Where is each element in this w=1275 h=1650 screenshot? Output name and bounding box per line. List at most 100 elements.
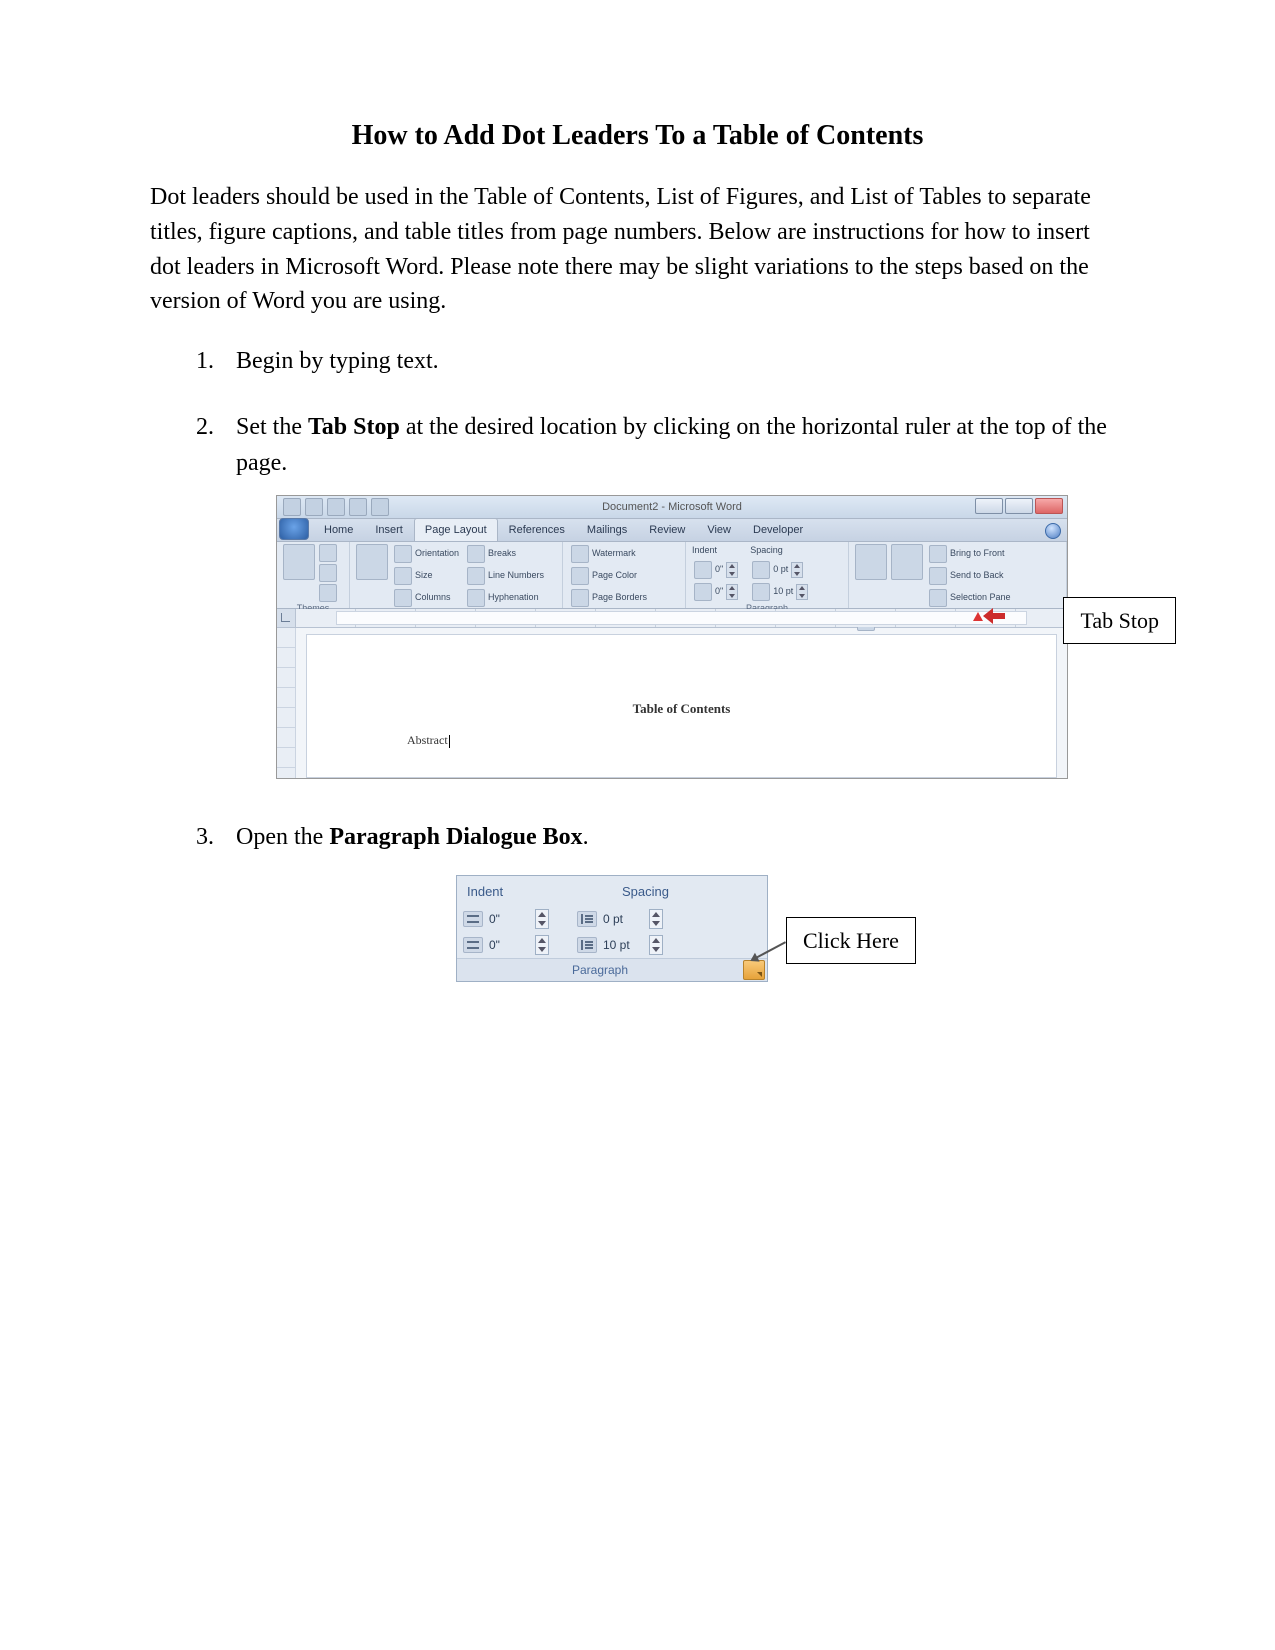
step-1: Begin by typing text. (220, 343, 1125, 379)
columns-button[interactable]: Columns (392, 588, 461, 608)
breaks-icon (467, 545, 485, 563)
paragraph-footer-label: Paragraph (457, 961, 743, 979)
indent-right-value: 0" (715, 585, 723, 599)
spacing-before-icon (752, 561, 770, 579)
tab-references[interactable]: References (498, 518, 576, 542)
window-title: Document2 - Microsoft Word (277, 499, 1067, 516)
figure-2: Indent Spacing 0" 0 pt 0" (456, 875, 926, 982)
hyphenation-icon (467, 589, 485, 607)
maximize-button[interactable] (1005, 498, 1033, 514)
page-borders-button[interactable]: Page Borders (569, 588, 649, 608)
ruler-track (336, 611, 1027, 625)
redo-icon[interactable] (349, 498, 367, 516)
indent-right-icon (694, 583, 712, 601)
selection-pane-icon (929, 589, 947, 607)
line-numbers-button[interactable]: Line Numbers (465, 566, 546, 586)
indent-left-spinner[interactable] (535, 909, 549, 929)
page-borders-icon (571, 589, 589, 607)
size-label: Size (415, 569, 433, 583)
position-icon[interactable] (855, 544, 887, 580)
ribbon-tabs: Home Insert Page Layout References Maili… (277, 519, 1067, 542)
bring-to-front-icon (929, 545, 947, 563)
line-numbers-label: Line Numbers (488, 569, 544, 583)
spacing-after-icon (577, 937, 597, 953)
page-color-icon (571, 567, 589, 585)
spacing-before-control[interactable]: 0 pt (750, 560, 810, 580)
indent-right-spinner[interactable] (726, 584, 738, 600)
indent-left-value[interactable]: 0" (489, 910, 529, 928)
paragraph-row-1: 0" 0 pt (457, 906, 767, 932)
save-icon[interactable] (305, 498, 323, 516)
spacing-after-value[interactable]: 10 pt (603, 936, 643, 954)
text-cursor-icon (449, 735, 450, 748)
spacing-after-icon (752, 583, 770, 601)
spacing-before-icon (577, 911, 597, 927)
tab-insert[interactable]: Insert (364, 518, 414, 542)
minimize-button[interactable] (975, 498, 1003, 514)
bring-to-front-button[interactable]: Bring to Front (927, 544, 1013, 564)
spacing-before-value: 0 pt (773, 563, 788, 577)
tab-home[interactable]: Home (313, 518, 364, 542)
tab-stop-marker-icon[interactable] (973, 612, 983, 621)
spacing-header: Spacing (612, 882, 767, 902)
tab-developer[interactable]: Developer (742, 518, 814, 542)
watermark-button[interactable]: Watermark (569, 544, 649, 564)
theme-effects-icon[interactable] (319, 584, 337, 602)
indent-right-spinner[interactable] (535, 935, 549, 955)
tab-page-layout[interactable]: Page Layout (414, 518, 498, 542)
document-page[interactable]: Table of Contents Abstract (306, 634, 1057, 778)
office-button-icon[interactable] (279, 518, 309, 540)
paragraph-panel: Indent Spacing 0" 0 pt 0" (456, 875, 768, 982)
tab-selector-icon[interactable] (277, 609, 296, 627)
spacing-before-value[interactable]: 0 pt (603, 910, 643, 928)
breaks-button[interactable]: Breaks (465, 544, 546, 564)
orientation-button[interactable]: Orientation (392, 544, 461, 564)
spacing-before-spinner[interactable] (791, 562, 803, 578)
callout-tab-stop: Tab Stop (1063, 597, 1176, 644)
step-3-text-a: Open the (236, 824, 329, 850)
send-to-back-button[interactable]: Send to Back (927, 566, 1013, 586)
indent-right-value[interactable]: 0" (489, 936, 529, 954)
ribbon-body: Themes Orientation Size Columns (277, 542, 1067, 609)
spacing-after-spinner[interactable] (649, 935, 663, 955)
page-color-button[interactable]: Page Color (569, 566, 649, 586)
spacing-after-control[interactable]: 10 pt (750, 582, 810, 602)
help-icon[interactable] (1045, 523, 1061, 539)
theme-colors-icon[interactable] (319, 544, 337, 562)
vertical-ruler[interactable] (277, 628, 296, 778)
watermark-icon (571, 545, 589, 563)
theme-fonts-icon[interactable] (319, 564, 337, 582)
step-3-bold: Paragraph Dialogue Box (329, 824, 582, 850)
margins-icon[interactable] (356, 544, 388, 580)
close-button[interactable] (1035, 498, 1063, 514)
tab-view[interactable]: View (696, 518, 742, 542)
text-wrapping-icon[interactable] (891, 544, 923, 580)
qat-icon[interactable] (283, 498, 301, 516)
themes-icon[interactable] (283, 544, 315, 580)
doc-heading: Table of Contents (307, 699, 1056, 719)
tab-review[interactable]: Review (638, 518, 696, 542)
indent-left-control[interactable]: 0" (692, 560, 740, 580)
columns-icon (394, 589, 412, 607)
indent-right-control[interactable]: 0" (692, 582, 740, 602)
indent-left-spinner[interactable] (726, 562, 738, 578)
tab-mailings[interactable]: Mailings (576, 518, 638, 542)
horizontal-ruler[interactable] (296, 609, 1067, 627)
indent-left-icon (463, 911, 483, 927)
watermark-label: Watermark (592, 547, 636, 561)
spacing-before-spinner[interactable] (649, 909, 663, 929)
hyphenation-button[interactable]: Hyphenation (465, 588, 546, 608)
size-button[interactable]: Size (392, 566, 461, 586)
page: How to Add Dot Leaders To a Table of Con… (0, 0, 1275, 1650)
word-titlebar: Document2 - Microsoft Word (277, 496, 1067, 519)
page-color-label: Page Color (592, 569, 637, 583)
undo-icon[interactable] (327, 498, 345, 516)
step-2-text-a: Set the (236, 414, 308, 440)
step-2-bold: Tab Stop (308, 414, 400, 440)
selection-pane-button[interactable]: Selection Pane (927, 588, 1013, 608)
spacing-after-spinner[interactable] (796, 584, 808, 600)
qat-extra-icon[interactable] (371, 498, 389, 516)
page-borders-label: Page Borders (592, 591, 647, 605)
size-icon (394, 567, 412, 585)
figure-1: Document2 - Microsoft Word Home Insert P… (276, 495, 1066, 779)
